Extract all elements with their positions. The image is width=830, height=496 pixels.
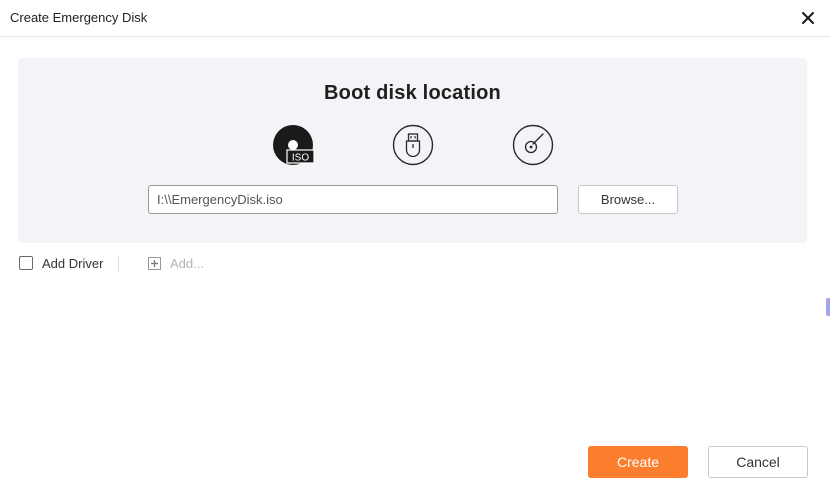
dialog-title: Create Emergency Disk xyxy=(10,10,148,25)
iso-option[interactable]: ISO xyxy=(272,124,315,166)
plus-box-icon xyxy=(148,257,161,270)
close-icon xyxy=(802,12,814,24)
cd-dvd-icon xyxy=(512,124,554,166)
create-button[interactable]: Create xyxy=(588,446,688,478)
separator xyxy=(118,256,119,272)
add-driver-label: Add Driver xyxy=(42,256,104,271)
close-button[interactable] xyxy=(798,8,818,28)
usb-drive-icon xyxy=(392,124,434,166)
usb-option[interactable] xyxy=(392,124,434,166)
create-emergency-disk-dialog: Create Emergency Disk Boot disk location… xyxy=(0,0,830,496)
boot-location-panel: Boot disk location ISO I:\\EmergencyDisk… xyxy=(18,58,807,243)
iso-badge-text: ISO xyxy=(292,153,309,164)
cancel-button[interactable]: Cancel xyxy=(708,446,808,478)
cd-option[interactable] xyxy=(512,124,554,166)
add-driver-checkbox[interactable] xyxy=(19,256,33,270)
title-bar: Create Emergency Disk xyxy=(0,0,830,37)
iso-disc-icon: ISO xyxy=(273,125,315,165)
panel-heading: Boot disk location xyxy=(324,82,501,104)
browse-button[interactable]: Browse... xyxy=(578,185,678,214)
add-label: Add... xyxy=(170,256,204,271)
edge-indicator xyxy=(826,298,830,316)
path-input[interactable] xyxy=(148,185,558,214)
